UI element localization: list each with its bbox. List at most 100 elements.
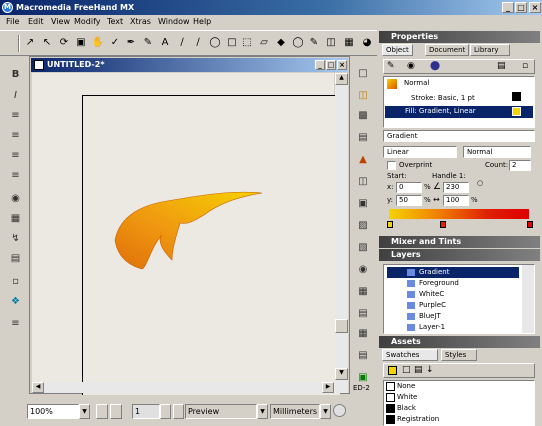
text-columns-icon[interactable]: ▤ — [7, 252, 24, 266]
menu-text[interactable]: Text — [107, 17, 123, 26]
layers-header[interactable]: Layers — [379, 249, 540, 261]
tab-object[interactable]: Object — [382, 44, 413, 56]
export-icon[interactable]: ▲ — [355, 152, 371, 168]
transform-icon[interactable]: ▨ — [355, 218, 371, 234]
handle-length-field[interactable]: 100 — [443, 195, 469, 206]
layers-scrollbar[interactable] — [522, 265, 534, 333]
print-icon[interactable]: ◫ — [355, 174, 371, 190]
count-field[interactable]: 2 — [509, 160, 531, 171]
assets-header[interactable]: Assets — [379, 336, 540, 348]
pencil-tool-icon[interactable]: ∕ — [175, 36, 189, 50]
knife-tool-icon[interactable]: ◆ — [274, 36, 288, 50]
tab-styles[interactable]: Styles — [441, 349, 477, 361]
gradient-ramp[interactable] — [389, 209, 529, 219]
selected-fill-row[interactable]: Fill: Gradient, Linear — [385, 106, 533, 118]
view-mode-select[interactable]: Preview — [185, 404, 257, 419]
text-wrap-icon[interactable]: ◉ — [7, 192, 24, 206]
minimize-button[interactable]: _ — [502, 2, 514, 13]
tab-swatches[interactable]: Swatches — [382, 349, 438, 361]
reflect-tool-icon[interactable]: ▱ — [257, 36, 271, 50]
angle-field[interactable]: 230 — [443, 182, 469, 193]
layer-gradient[interactable]: Gradient — [387, 267, 519, 278]
swap-colors-icon[interactable]: ↓ — [426, 365, 434, 375]
subselect-tool-icon[interactable]: ↖ — [40, 36, 54, 50]
bold-icon[interactable]: B — [7, 68, 24, 82]
property-stroke[interactable]: Stroke: Basic, 1 pt — [411, 94, 475, 102]
library-icon[interactable]: ▤ — [355, 306, 371, 322]
page-number-field[interactable]: 1 — [132, 404, 160, 419]
save-icon[interactable]: ▩ — [355, 108, 371, 124]
menu-file[interactable]: File — [6, 17, 19, 26]
canvas[interactable] — [32, 73, 340, 395]
menu-xtras[interactable]: Xtras — [130, 17, 151, 26]
gradient-stop-end[interactable] — [527, 221, 533, 228]
units-dropdown-icon[interactable]: ▼ — [320, 404, 331, 419]
crop-tool-icon[interactable]: ▣ — [74, 36, 88, 50]
italic-icon[interactable]: I — [7, 89, 24, 103]
bezigon-tool-icon[interactable]: ✎ — [141, 36, 155, 50]
scroll-down-icon[interactable]: ▼ — [335, 368, 348, 380]
swatch-registration[interactable] — [386, 415, 395, 424]
overprint-checkbox[interactable] — [387, 161, 396, 170]
units-select[interactable]: Millimeters — [270, 404, 320, 419]
both-colors-icon[interactable]: ▤ — [414, 365, 423, 375]
view-mode-dropdown-icon[interactable]: ▼ — [257, 404, 268, 419]
import-icon[interactable]: ▤ — [355, 130, 371, 146]
doc-maximize-button[interactable]: □ — [326, 60, 336, 70]
zoom-tool-icon[interactable]: ◕ — [360, 36, 374, 50]
flow-inside-icon[interactable]: ▦ — [7, 212, 24, 226]
status-info-icon[interactable] — [333, 404, 346, 417]
text-tool-icon[interactable]: A — [158, 36, 172, 50]
gradient-shape[interactable] — [112, 185, 272, 275]
layer-whitec[interactable]: WhiteC — [387, 289, 517, 300]
tab-document[interactable]: Document — [425, 44, 469, 56]
freeform-tool-icon[interactable]: ◯ — [291, 36, 305, 50]
eyedropper-tool-icon[interactable]: ✓ — [108, 36, 122, 50]
symbols-icon[interactable]: ▦ — [355, 284, 371, 300]
tab-library[interactable]: Library — [470, 44, 510, 56]
swatch-none[interactable] — [386, 382, 395, 391]
pen-tool-icon[interactable]: ✒ — [124, 36, 138, 50]
menu-modify[interactable]: Modify — [74, 17, 101, 26]
zoom-select[interactable]: 100% — [27, 404, 79, 419]
brush-tool-icon[interactable]: ✎ — [307, 36, 321, 50]
menu-edit[interactable]: Edit — [28, 17, 44, 26]
spelling-icon[interactable]: ❖ — [7, 295, 24, 309]
property-blend[interactable]: Normal — [404, 79, 429, 87]
horizontal-scrollbar[interactable]: ◀ ▶ — [32, 382, 334, 393]
envelope-tool-icon[interactable]: ◫ — [324, 36, 338, 50]
start-x-field[interactable]: 0 — [396, 182, 422, 193]
doc-minimize-button[interactable]: _ — [315, 60, 325, 70]
text-path-icon[interactable]: ↯ — [7, 232, 24, 246]
gradient-stop-start[interactable] — [387, 221, 393, 228]
mixer-header[interactable]: Mixer and Tints — [379, 236, 540, 248]
align-icon[interactable]: ▧ — [355, 240, 371, 256]
layer-layer-1[interactable]: Layer-1 — [387, 322, 517, 333]
menu-help[interactable]: Help — [193, 17, 211, 26]
properties-header[interactable]: Properties — [379, 31, 540, 43]
fill-icon[interactable]: ◉ — [407, 61, 415, 71]
angle-dial-icon[interactable]: ○ — [477, 179, 483, 187]
lasso-tool-icon[interactable]: ⟳ — [57, 36, 71, 50]
maximize-button[interactable]: □ — [515, 2, 527, 13]
gradient-stop-mid[interactable] — [440, 221, 446, 228]
find-replace-icon[interactable]: ◉ — [355, 262, 371, 278]
effect-icon[interactable]: ⬤ — [430, 61, 440, 71]
fill-color-icon[interactable] — [388, 366, 397, 375]
scroll-up-icon[interactable]: ▲ — [335, 73, 348, 85]
trash-icon[interactable]: ▫ — [522, 61, 528, 71]
scroll-thumb[interactable] — [335, 319, 348, 333]
ellipse-tool-icon[interactable]: ◯ — [208, 36, 222, 50]
stroke-color-icon[interactable]: □ — [402, 365, 411, 375]
menu-view[interactable]: View — [51, 17, 70, 26]
zoom-dropdown-icon[interactable]: ▼ — [79, 404, 90, 419]
stroke-icon[interactable]: ✎ — [387, 61, 395, 71]
pointer-tool-icon[interactable]: ↗ — [23, 36, 37, 50]
swatch-white[interactable] — [386, 393, 395, 402]
gradient-type-select[interactable]: Linear — [383, 146, 457, 158]
hand-tool-icon[interactable]: ✋ — [91, 36, 105, 50]
blend-mode-select[interactable]: Normal — [463, 146, 531, 158]
page-first-icon[interactable] — [110, 404, 122, 419]
new-document-icon[interactable]: □ — [355, 66, 371, 82]
vertical-scrollbar[interactable]: ▲ ▼ — [335, 73, 348, 393]
